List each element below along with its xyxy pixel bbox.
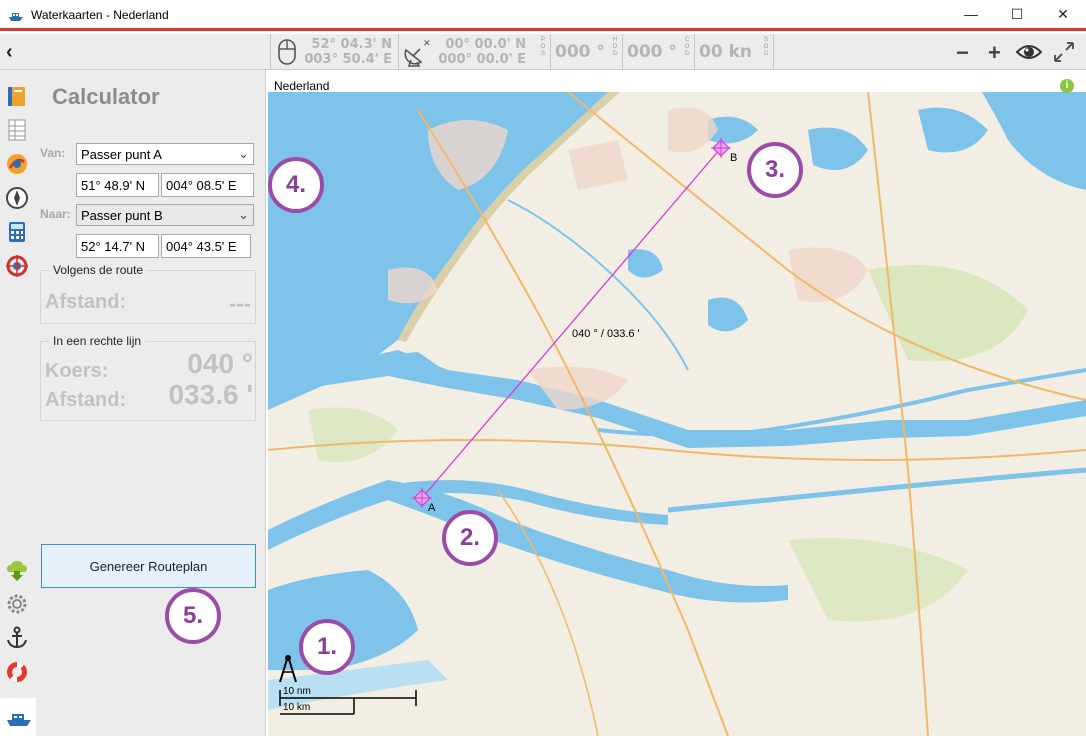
gps-latitude: 00° 00.0' N xyxy=(445,37,526,52)
cursor-latitude: 52° 04.3' N xyxy=(311,37,392,52)
callout-4: 4. xyxy=(268,157,324,213)
sog-panel: 00 kn SOG xyxy=(694,34,774,70)
from-longitude-field[interactable]: 004° 08.5' E xyxy=(161,173,254,197)
scale-km-label: 10 km xyxy=(283,702,311,713)
title-bar: Waterkaarten - Nederland — ☐ ✕ xyxy=(0,0,1086,31)
route-distance-value: --- xyxy=(229,291,251,316)
window-title: Waterkaarten - Nederland xyxy=(31,8,169,22)
info-icon[interactable]: i xyxy=(1060,79,1074,93)
pos-label: POS xyxy=(540,37,546,57)
maximize-icon: ☐ xyxy=(1010,5,1024,22)
straight-line-group-title: In een rechte lijn xyxy=(49,334,146,348)
gear-icon[interactable] xyxy=(5,592,29,616)
route-distance-label: Afstand: xyxy=(45,291,127,313)
from-label: Van: xyxy=(40,146,66,160)
minimize-button[interactable]: — xyxy=(948,0,994,28)
hdg-label: HDG xyxy=(612,37,618,57)
chevron-down-icon: ⌄ xyxy=(238,207,249,222)
to-latitude-field[interactable]: 52° 14.7' N xyxy=(76,234,159,258)
logbook-icon[interactable] xyxy=(5,118,29,142)
to-select[interactable]: Passer punt B ⌄ xyxy=(76,204,254,226)
mouse-icon xyxy=(278,39,296,65)
heading-value: 000 ° xyxy=(555,42,605,62)
to-label: Naar: xyxy=(40,207,71,221)
map-header: Nederland i xyxy=(268,70,1086,93)
close-button[interactable]: ✕ xyxy=(1040,0,1086,28)
boat-icon xyxy=(7,714,31,726)
map-canvas[interactable] xyxy=(268,70,1086,736)
maximize-button[interactable]: ☐ xyxy=(994,0,1040,28)
gps-position-panel: ✕ 00° 00.0' N 000° 00.0' E POS xyxy=(398,34,550,70)
sog-value: 00 kn xyxy=(699,42,752,62)
generate-routeplan-button[interactable]: Genereer Routeplan xyxy=(41,544,256,588)
from-latitude-field[interactable]: 51° 48.9' N xyxy=(76,173,159,197)
straight-distance-value: 033.6 ' xyxy=(168,379,253,410)
zoom-in-icon[interactable]: + xyxy=(988,40,1001,66)
course-label: Koers: xyxy=(45,360,109,382)
route-icon[interactable] xyxy=(5,152,29,176)
gps-longitude: 000° 00.0' E xyxy=(438,52,526,67)
route-group-title: Volgens de route xyxy=(49,263,148,277)
close-icon: ✕ xyxy=(1057,5,1069,22)
from-select[interactable]: Passer punt A ⌄ xyxy=(76,143,254,165)
cog-panel: 000 ° COG xyxy=(622,34,694,70)
point-b-label: B xyxy=(730,152,738,164)
to-longitude-field[interactable]: 004° 43.5' E xyxy=(161,234,251,258)
route-group: Volgens de route Afstand: --- xyxy=(40,263,256,324)
back-button[interactable]: ‹ xyxy=(6,41,13,64)
boat-app-icon xyxy=(9,13,23,21)
svg-text:✕: ✕ xyxy=(423,39,431,49)
tool-sidebar xyxy=(0,70,38,736)
satellite-dish-icon: ✕ xyxy=(404,39,431,67)
cloud-download-icon[interactable] xyxy=(5,558,29,582)
boat-tab[interactable] xyxy=(0,698,38,736)
anchor-icon[interactable] xyxy=(5,626,29,650)
cursor-longitude: 003° 50.4' E xyxy=(304,52,392,67)
callout-2: 2. xyxy=(442,510,498,566)
minimize-icon: — xyxy=(964,6,978,22)
cog-label: COG xyxy=(684,37,690,57)
to-select-value: Passer punt B xyxy=(81,208,163,223)
course-value: 040 ° xyxy=(187,348,253,379)
straight-distance-label: Afstand: xyxy=(45,389,127,411)
eye-icon[interactable] xyxy=(1016,42,1042,62)
chart-map[interactable]: Nederland i 040 ° / 033.6 ' A B 10 nm 10… xyxy=(268,70,1086,736)
point-a-label: A xyxy=(428,502,436,514)
calculator-icon[interactable] xyxy=(5,220,29,244)
cursor-position-panel: 52° 04.3' N 003° 50.4' E xyxy=(270,34,398,70)
callout-1: 1. xyxy=(299,619,355,675)
zoom-out-icon[interactable]: − xyxy=(956,40,969,66)
route-line-label: 040 ° / 033.6 ' xyxy=(572,328,640,340)
scale-nm-label: 10 nm xyxy=(283,686,311,697)
callout-3: 3. xyxy=(747,142,803,198)
calculator-panel: Calculator Van: Passer punt A ⌄ 51° 48.9… xyxy=(36,70,266,736)
straight-line-group: In een rechte lijn Koers: 040 ° Afstand:… xyxy=(40,334,256,421)
status-toolbar: ‹ 52° 04.3' N 003° 50.4' E ✕ 00° 00.0' N… xyxy=(0,34,1086,70)
from-select-value: Passer punt A xyxy=(81,147,162,162)
callout-5: 5. xyxy=(165,588,221,644)
sog-label: SOG xyxy=(763,37,769,57)
map-title: Nederland xyxy=(274,79,330,93)
compass-icon[interactable] xyxy=(5,186,29,210)
lifebuoy-icon[interactable] xyxy=(5,660,29,684)
heading-panel: 000 ° HDG xyxy=(550,34,622,70)
cog-value: 000 ° xyxy=(627,42,677,62)
chevron-down-icon: ⌄ xyxy=(238,146,249,161)
fullscreen-icon[interactable] xyxy=(1052,40,1076,64)
calculator-title: Calculator xyxy=(52,84,160,109)
book-icon[interactable] xyxy=(5,84,29,108)
target-icon[interactable] xyxy=(5,254,29,278)
